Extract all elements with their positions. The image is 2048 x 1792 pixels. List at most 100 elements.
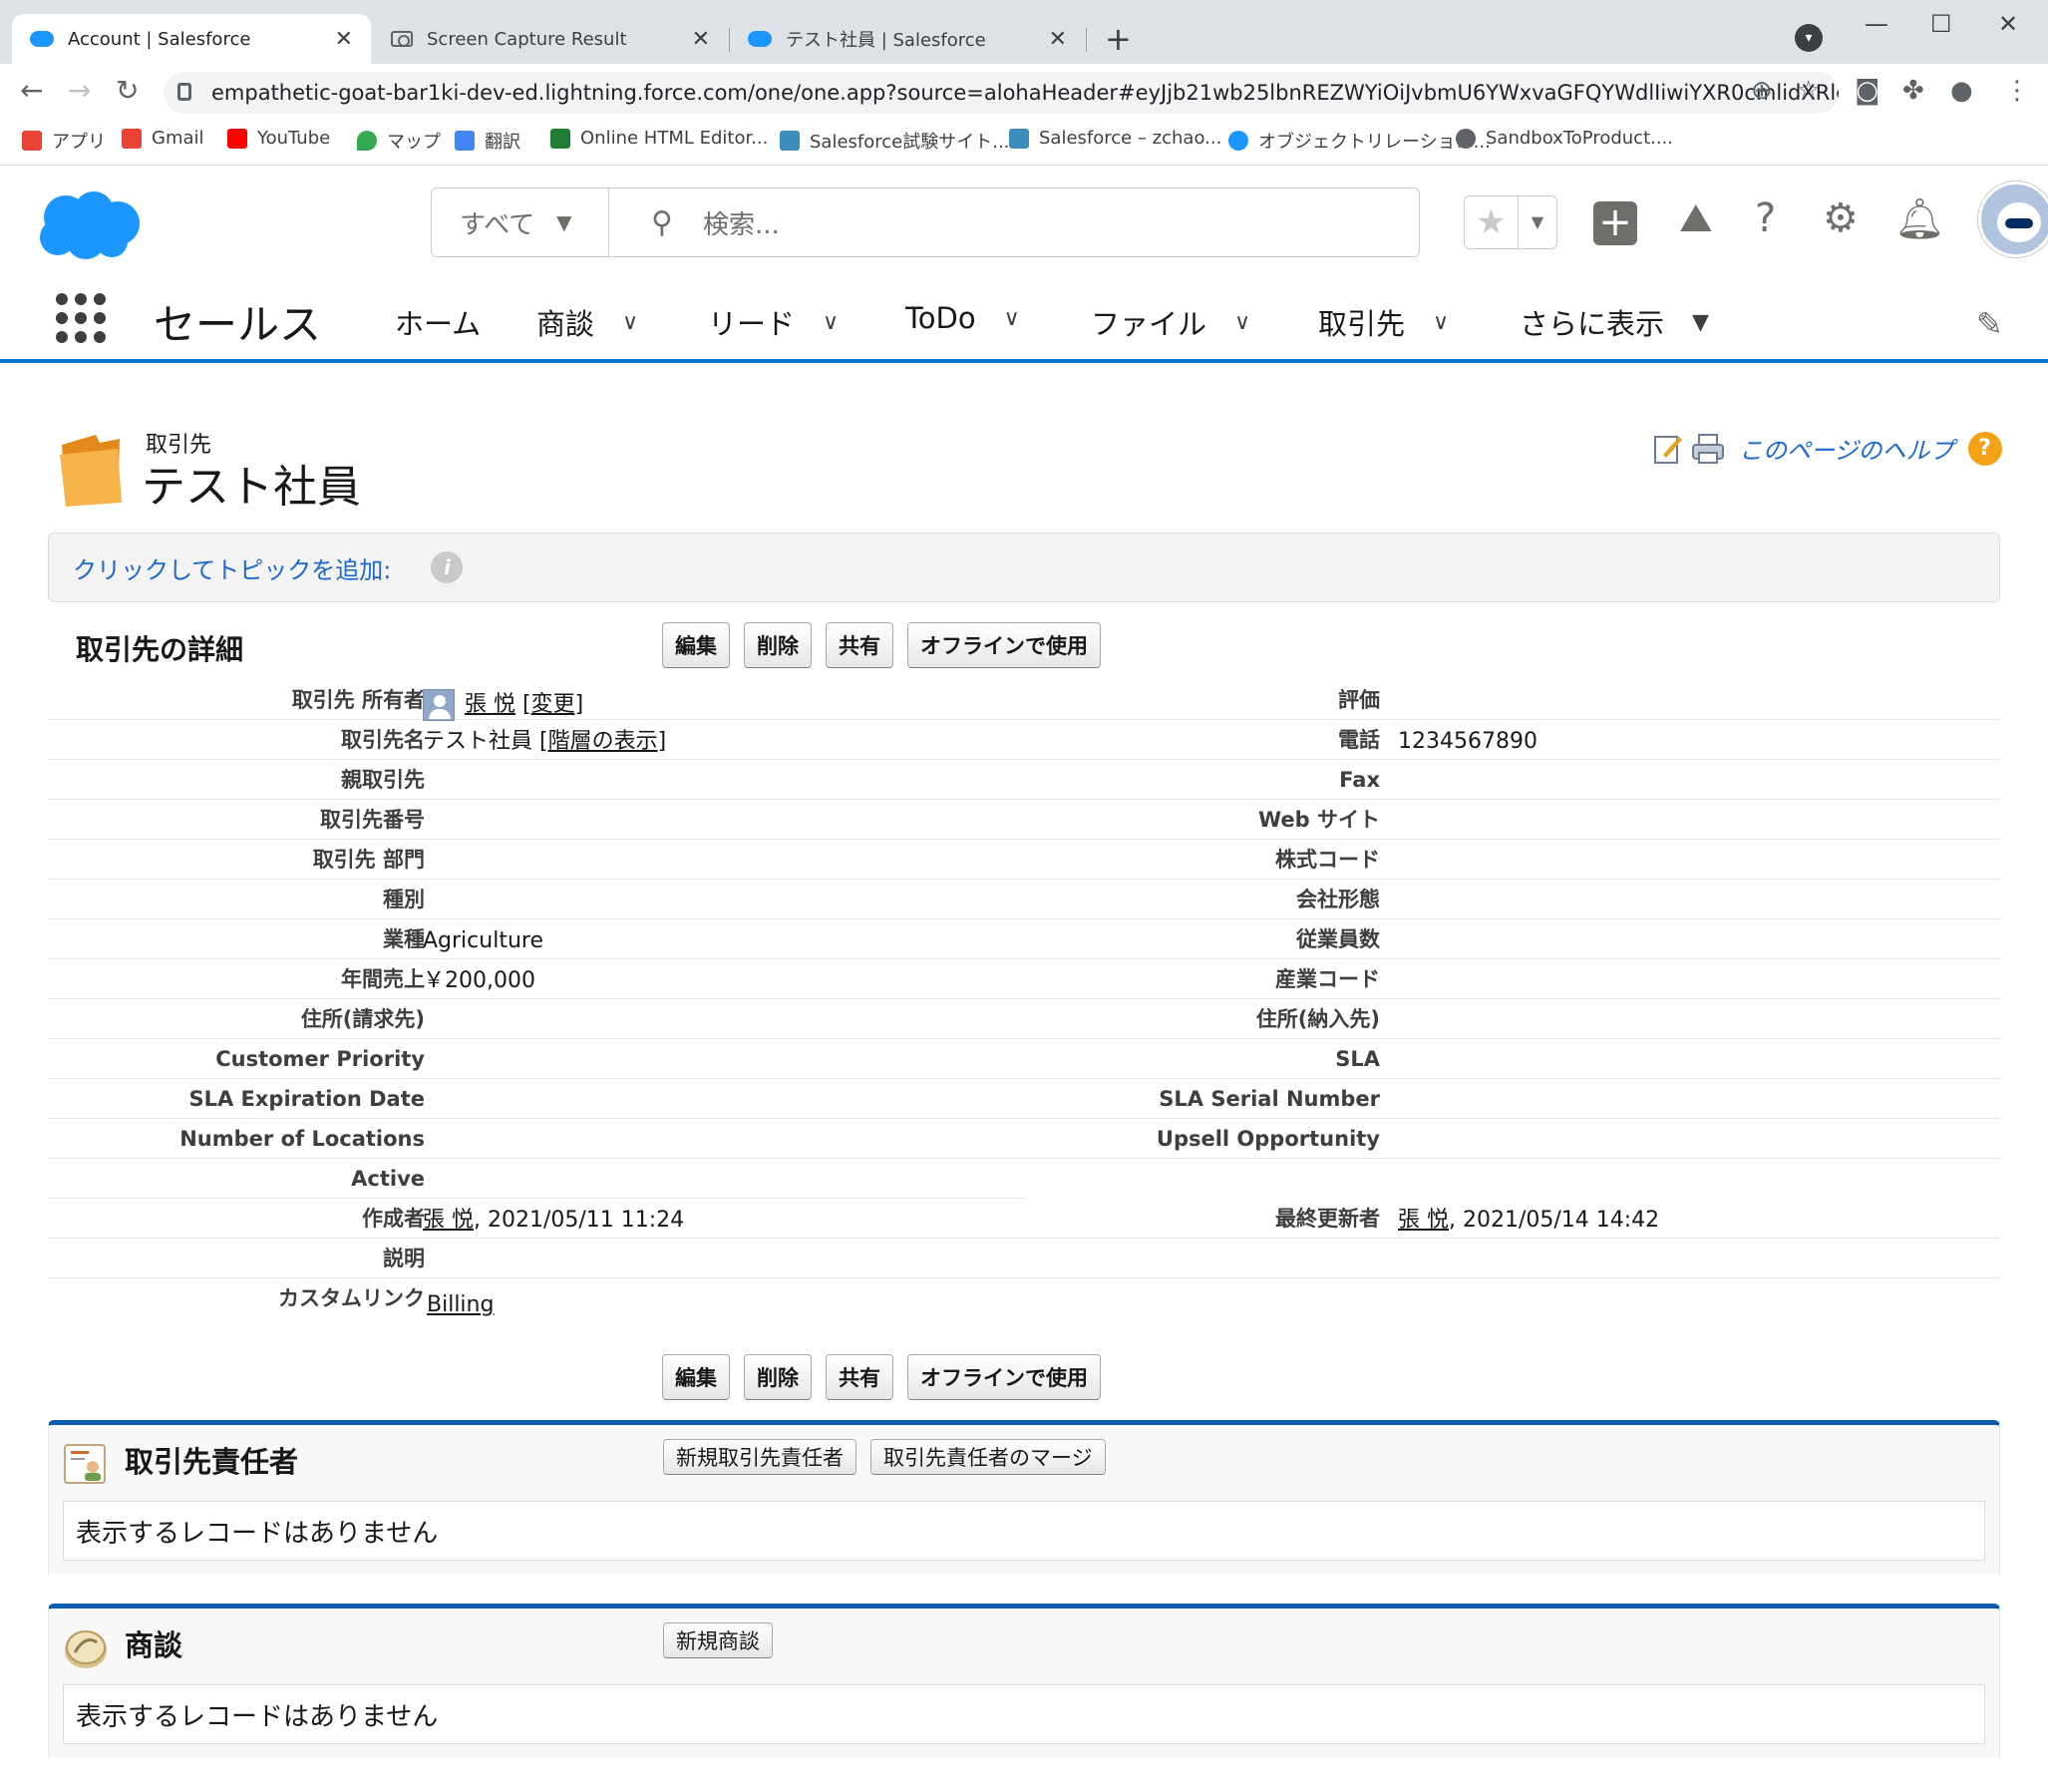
nav-item-files[interactable]: ファイル ∨ <box>1091 301 1250 343</box>
merge-contacts-button[interactable]: 取引先責任者のマージ <box>870 1439 1106 1475</box>
bookmark-label: Salesforce – zchao... <box>1039 128 1222 149</box>
page-help-link[interactable]: このページのヘルプ <box>1739 431 1954 466</box>
new-opportunity-button[interactable]: 新規商談 <box>663 1622 773 1658</box>
bookmark-sandbox[interactable]: SandboxToProduct.... <box>1456 128 1673 149</box>
nav-label: ToDo <box>905 301 976 335</box>
printer-icon[interactable] <box>1691 433 1725 465</box>
extensions-icon[interactable]: ✤ <box>1902 76 1924 106</box>
bookmark-maps[interactable]: マップ <box>357 128 441 154</box>
edit-button[interactable]: 編集 <box>662 622 730 668</box>
chevron-down-icon[interactable]: ∨ <box>622 310 638 335</box>
add-topic-link[interactable]: クリックしてトピックを追加: <box>73 550 391 585</box>
salesforce-cloud-icon <box>1228 131 1248 151</box>
search-scope-label: すべて <box>460 209 535 240</box>
favorite-star-icon[interactable]: ★ <box>1465 196 1519 248</box>
industry-value: Agriculture <box>423 928 543 953</box>
menu-icon[interactable]: ⋮ <box>2004 76 2030 106</box>
field-label: 住所(納入先) <box>1255 1007 1380 1031</box>
favorites-dropdown-icon[interactable]: ▼ <box>1519 196 1556 248</box>
share-button[interactable]: 共有 <box>826 1354 893 1400</box>
reload-icon[interactable]: ↻ <box>116 74 139 107</box>
setup-gear-icon[interactable]: ⚙ <box>1823 195 1859 241</box>
edit-button[interactable]: 編集 <box>662 1354 730 1400</box>
window-close-icon[interactable]: ✕ <box>1998 10 2018 38</box>
bookmark-star-icon[interactable]: ☆ <box>1797 76 1820 106</box>
close-icon[interactable]: ✕ <box>1049 27 1067 52</box>
search-input[interactable]: 検索... <box>703 204 780 241</box>
use-offline-button[interactable]: オフラインで使用 <box>907 622 1101 668</box>
zoom-icon[interactable]: ⊕ <box>1751 76 1773 106</box>
maximize-icon[interactable]: ☐ <box>1930 10 1952 38</box>
view-hierarchy-link[interactable]: [階層の表示] <box>539 729 666 754</box>
bookmark-translate[interactable]: 翻訳 <box>455 128 520 154</box>
address-bar[interactable]: empathetic-goat-bar1ki-dev-ed.lightning.… <box>164 72 1839 114</box>
nav-item-more[interactable]: さらに表示 ▼ <box>1520 301 1709 343</box>
annual-revenue-value: ￥200,000 <box>423 968 535 993</box>
caret-down-icon[interactable]: ▼ <box>1692 310 1709 335</box>
owner-link[interactable]: 張 悦 <box>465 692 515 717</box>
forward-icon[interactable]: → <box>68 74 91 107</box>
minimize-icon[interactable]: — <box>1865 10 1888 38</box>
detail-row: SLA Expiration Date SLA Serial Number <box>48 1079 2000 1119</box>
search-scope-dropdown[interactable]: すべて ▼ <box>432 188 609 256</box>
chevron-down-icon[interactable]: ∨ <box>1234 310 1250 335</box>
user-avatar[interactable] <box>1978 181 2048 257</box>
info-icon[interactable]: i <box>431 551 464 583</box>
back-icon[interactable]: ← <box>20 74 43 107</box>
delete-button[interactable]: 削除 <box>744 622 812 668</box>
screen-capture-extension-icon[interactable]: ◙ <box>1855 76 1879 106</box>
new-contact-button[interactable]: 新規取引先責任者 <box>663 1439 856 1475</box>
browser-tab-screen-capture[interactable]: Screen Capture Result ✕ <box>373 14 728 64</box>
nav-item-home[interactable]: ホーム <box>395 301 481 343</box>
browser-tab-account[interactable]: Account | Salesforce ✕ <box>12 14 371 64</box>
lock-icon[interactable] <box>177 83 191 101</box>
help-icon[interactable]: ? <box>1755 195 1776 241</box>
related-list-title: 商談 <box>125 1628 183 1662</box>
nav-item-leads[interactable]: リード ∨ <box>708 301 839 343</box>
app-launcher-icon[interactable] <box>56 293 106 343</box>
site-icon <box>1009 128 1029 149</box>
browser-tab-record[interactable]: テスト社員 | Salesforce ✕ <box>730 14 1085 64</box>
page-help: このページのヘルプ ? <box>1645 431 2002 466</box>
created-by-link[interactable]: 張 悦 <box>423 1208 474 1233</box>
billing-link[interactable]: Billing <box>427 1292 494 1317</box>
use-offline-button[interactable]: オフラインで使用 <box>907 1354 1101 1400</box>
chevron-down-icon[interactable]: ∨ <box>823 310 839 335</box>
chevron-down-icon[interactable]: ∨ <box>1004 306 1020 331</box>
profile-icon[interactable]: ● <box>1950 76 1973 106</box>
new-tab-button[interactable]: + <box>1105 20 1132 58</box>
topic-bar: クリックしてトピックを追加: i <box>48 533 2000 602</box>
notification-bell-icon[interactable]: 🔔︎ <box>1894 195 1945 242</box>
bookmark-youtube[interactable]: YouTube <box>227 128 330 149</box>
salesforce-logo[interactable] <box>36 189 142 261</box>
edit-nav-pencil-icon[interactable]: ✎ <box>1976 305 2003 343</box>
close-icon[interactable]: ✕ <box>335 27 353 52</box>
close-icon[interactable]: ✕ <box>692 27 710 52</box>
bookmark-apps[interactable]: アプリ <box>22 128 106 154</box>
field-label: SLA Serial Number <box>1159 1087 1380 1111</box>
chevron-down-icon[interactable]: ∨ <box>1433 310 1449 335</box>
delete-button[interactable]: 削除 <box>744 1354 812 1400</box>
global-create-button[interactable]: + <box>1593 201 1637 245</box>
html-editor-icon <box>550 128 570 149</box>
bookmark-html-editor[interactable]: Online HTML Editor... <box>550 128 768 149</box>
edit-layout-icon[interactable] <box>1653 433 1683 465</box>
bookmark-gmail[interactable]: Gmail <box>122 128 204 149</box>
bookmark-object-relation[interactable]: オブジェクトリレーション... <box>1228 128 1491 154</box>
nav-item-opportunities[interactable]: 商談 ∨ <box>536 301 638 343</box>
salesforce-cloud-icon <box>748 31 772 47</box>
nav-item-accounts[interactable]: 取引先 ∨ <box>1318 301 1449 343</box>
share-button[interactable]: 共有 <box>826 622 893 668</box>
detail-row: 取引先名 テスト社員 [階層の表示] 電話 1234567890 <box>48 720 2000 760</box>
tab-search-icon[interactable]: ▾ <box>1795 24 1823 52</box>
detail-row: 年間売上 ￥200,000 産業コード <box>48 959 2000 999</box>
modified-by-link[interactable]: 張 悦 <box>1398 1208 1449 1233</box>
trailhead-icon[interactable]: ⛰ <box>1679 195 1713 241</box>
owner-change-link[interactable]: [変更] <box>522 692 583 717</box>
nav-item-todo[interactable]: ToDo ∨ <box>905 301 1020 335</box>
bookmark-sf-zchao[interactable]: Salesforce – zchao... <box>1009 128 1221 149</box>
detail-row: 取引先 部門 株式コード <box>48 840 2000 880</box>
gmail-icon <box>122 128 142 149</box>
help-question-icon[interactable]: ? <box>1967 431 2002 466</box>
bookmark-sf-exam[interactable]: Salesforce試験サイト... <box>780 128 1009 154</box>
